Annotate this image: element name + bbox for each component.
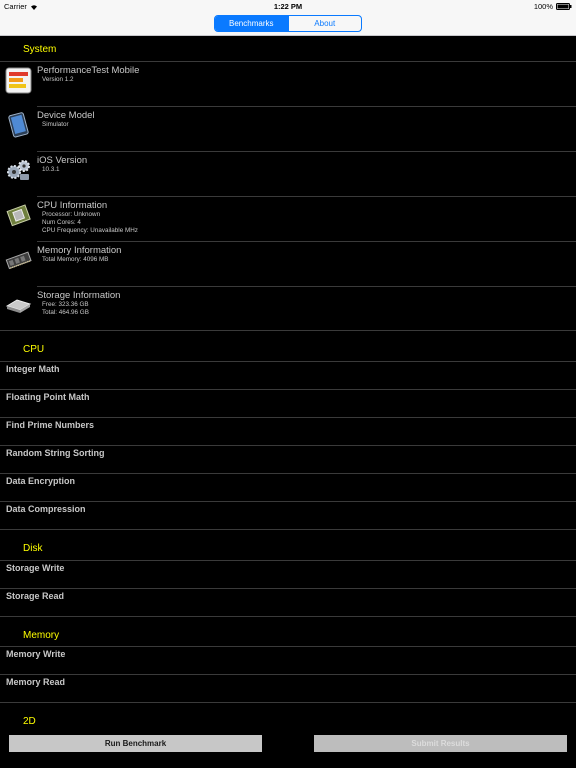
bench-row-memory-write[interactable]: Memory Write [0, 646, 576, 674]
tab-benchmarks[interactable]: Benchmarks [215, 16, 288, 31]
bottom-toolbar: Run Benchmark Submit Results [0, 730, 576, 768]
performancetest-app-icon [5, 67, 32, 94]
section-header-cpu: CPU [23, 344, 45, 355]
bench-row-integer-math[interactable]: Integer Math [0, 361, 576, 389]
system-row-detail: Processor: Unknown [42, 211, 101, 218]
divider [0, 616, 576, 617]
bench-row-label: Storage Read [6, 591, 65, 601]
system-row-title: Memory Information [37, 245, 122, 256]
bench-row-label: Random String Sorting [6, 448, 105, 458]
section-header-2d: 2D [23, 716, 36, 727]
benchmark-list[interactable]: System PerformanceTest Mobile Version 1.… [0, 37, 576, 730]
system-row-storage-information[interactable]: Storage Information Free: 323.36 GB Tota… [0, 286, 576, 331]
system-row-title: Storage Information [37, 290, 121, 301]
bench-row-floating-point-math[interactable]: Floating Point Math [0, 389, 576, 417]
system-row-detail: Num Cores: 4 [42, 219, 81, 226]
system-row-title: Device Model [37, 110, 95, 121]
segmented-control: Benchmarks About [214, 15, 362, 32]
system-row-device-model[interactable]: Device Model Simulator [0, 106, 576, 151]
divider [0, 529, 576, 530]
system-row-performancetest[interactable]: PerformanceTest Mobile Version 1.2 [0, 61, 576, 106]
bench-row-label: Integer Math [6, 364, 60, 374]
bench-row-random-string-sorting[interactable]: Random String Sorting [0, 445, 576, 473]
hard-drive-icon [5, 299, 32, 313]
bench-row-storage-write[interactable]: Storage Write [0, 560, 576, 588]
bench-row-label: Floating Point Math [6, 392, 90, 402]
bench-row-data-encryption[interactable]: Data Encryption [0, 473, 576, 501]
status-bar: Carrier 1:22 PM 100% [0, 0, 576, 12]
bench-row-label: Storage Write [6, 563, 65, 573]
divider [0, 702, 576, 703]
system-row-title: PerformanceTest Mobile [37, 65, 140, 76]
gears-icon [7, 160, 30, 180]
tab-about[interactable]: About [287, 16, 362, 31]
system-row-detail: Total: 464.96 GB [42, 309, 89, 316]
system-row-detail: 10.3.1 [42, 166, 60, 173]
memory-module-icon [5, 251, 32, 270]
section-header-memory: Memory [23, 630, 60, 641]
bench-row-storage-read[interactable]: Storage Read [0, 588, 576, 616]
cpu-chip-icon [6, 204, 31, 227]
section-header-system: System [23, 44, 57, 55]
bench-row-memory-read[interactable]: Memory Read [0, 674, 576, 702]
bench-row-find-prime-numbers[interactable]: Find Prime Numbers [0, 417, 576, 445]
ipad-device-icon [8, 112, 29, 138]
bench-row-label: Memory Write [6, 649, 66, 659]
system-row-detail: CPU Frequency: Unavailable MHz [42, 227, 138, 234]
divider [0, 330, 576, 331]
run-benchmark-button[interactable]: Run Benchmark [9, 735, 262, 752]
bench-row-label: Find Prime Numbers [6, 420, 95, 430]
submit-results-button[interactable]: Submit Results [314, 735, 567, 752]
navigation-bar: Benchmarks About [0, 12, 576, 36]
system-row-memory-information[interactable]: Memory Information Total Memory: 4096 MB [0, 241, 576, 286]
bench-row-label: Data Encryption [6, 476, 76, 486]
battery-percent: 100% [533, 2, 553, 11]
bench-row-label: Memory Read [6, 677, 66, 687]
bench-row-data-compression[interactable]: Data Compression [0, 501, 576, 529]
battery-icon [556, 3, 572, 10]
clock: 1:22 PM [273, 2, 303, 11]
system-row-detail: Total Memory: 4096 MB [42, 256, 109, 263]
battery-group: 100% [534, 2, 572, 11]
system-row-ios-version[interactable]: iOS Version 10.3.1 [0, 151, 576, 196]
system-row-detail: Version 1.2 [42, 76, 74, 83]
system-row-title: iOS Version [37, 155, 88, 166]
system-row-detail: Simulator [42, 121, 69, 128]
section-header-disk: Disk [23, 543, 43, 554]
system-row-detail: Free: 323.36 GB [42, 301, 89, 308]
system-row-cpu-information[interactable]: CPU Information Processor: Unknown Num C… [0, 196, 576, 241]
system-row-title: CPU Information [37, 200, 108, 211]
bench-row-label: Data Compression [6, 504, 86, 514]
